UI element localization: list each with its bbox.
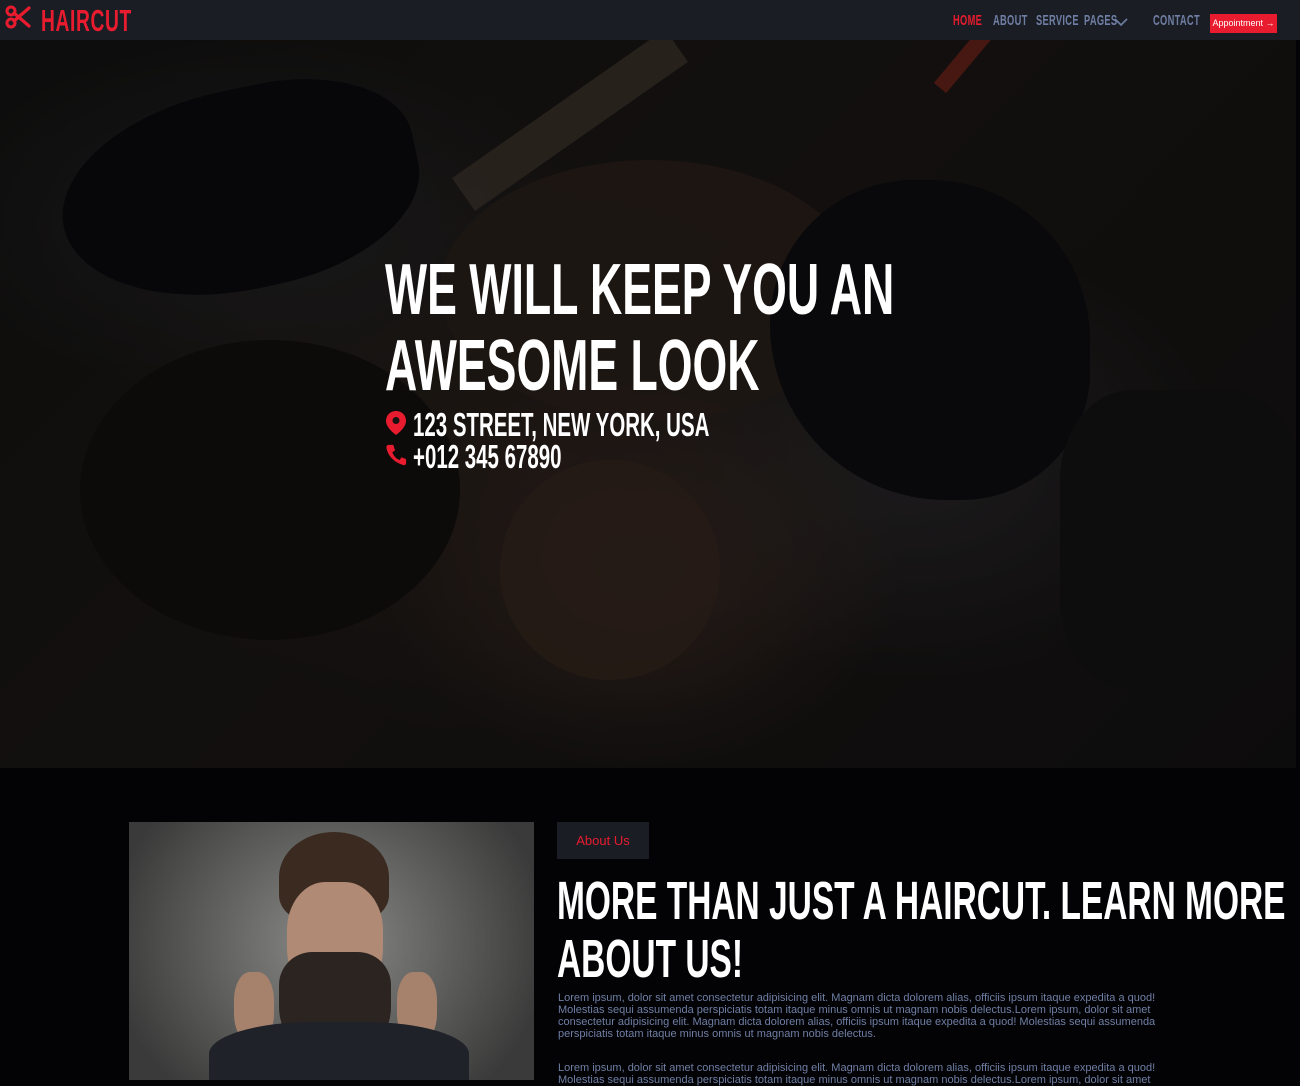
appointment-button[interactable]: Appointment → [1210, 14, 1277, 33]
about-badge: About Us [557, 822, 649, 859]
hero-title: WE WILL KEEP YOU AN AWESOME LOOK [385, 250, 895, 406]
phone-icon [385, 438, 413, 476]
brand-name: HAIRCUT [41, 3, 132, 38]
about-image [129, 822, 534, 1080]
nav-pages[interactable]: PAGES [1084, 12, 1138, 29]
navbar: HAIRCUT HOME ABOUT SERVICE PAGES CONTACT… [0, 0, 1300, 40]
hero-phone: +012 345 67890 [385, 438, 653, 476]
chevron-down-icon[interactable] [1114, 14, 1128, 27]
about-paragraph-1: Lorem ipsum, dolor sit amet consectetur … [558, 992, 1156, 1040]
brand-logo[interactable]: HAIRCUT [5, 3, 131, 38]
about-title: MORE THAN JUST A HAIRCUT. LEARN MORE ABO… [557, 871, 1286, 989]
scissors-icon [5, 4, 31, 35]
hero-section: WE WILL KEEP YOU AN AWESOME LOOK 123 STR… [0, 40, 1296, 768]
about-paragraph-2: Lorem ipsum, dolor sit amet consectetur … [558, 1062, 1156, 1086]
